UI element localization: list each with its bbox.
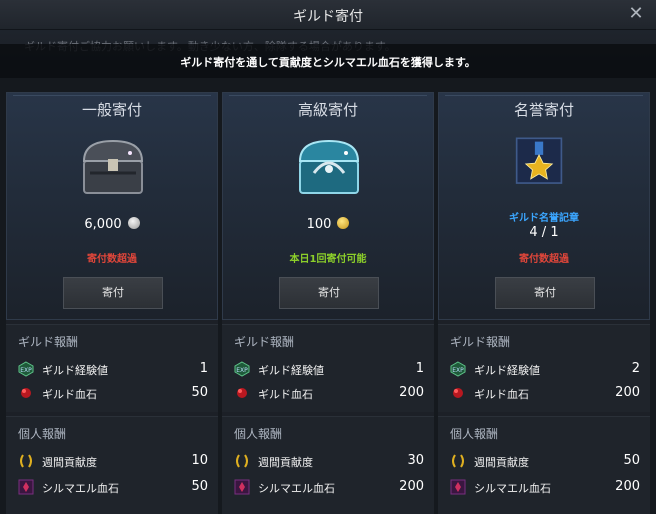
title-bar: ギルド寄付 ✕ <box>0 0 656 30</box>
red-gem-icon <box>237 388 247 398</box>
reward-value: 30 <box>407 453 424 468</box>
laurel-icon <box>236 454 248 468</box>
cost-value: 6,000 <box>84 217 122 232</box>
reward-row: ギルド血石 50 <box>18 383 208 405</box>
reward-value: 200 <box>615 479 640 494</box>
reward-row: ギルド血石 200 <box>234 383 424 405</box>
donate-button[interactable]: 寄付 <box>63 277 163 309</box>
reward-value: 50 <box>623 453 640 468</box>
red-gem-icon <box>21 388 31 398</box>
subtitle-text: ギルド寄付を通して貢献度とシルマエル血石を獲得します。 <box>180 56 476 69</box>
reward-label: シルマエル血石 <box>42 482 119 495</box>
purple-crystal-icon <box>234 479 250 495</box>
reward-label: ギルド経験値 <box>42 364 108 377</box>
donate-button[interactable]: 寄付 <box>495 277 595 309</box>
reward-label: ギルド血石 <box>42 388 97 401</box>
reward-row: EXP ギルド経験値 1 <box>234 359 424 381</box>
guild-reward-section: ギルド報酬 EXP ギルド経験値 2 ギルド血石 200 <box>438 324 650 412</box>
reward-label: ギルド血石 <box>474 388 529 401</box>
card-header: 高級寄付 100 本日1回寄付可能 寄付 <box>222 92 434 320</box>
reward-row: 週間貢献度 30 <box>234 451 424 473</box>
guild-reward-section: ギルド報酬 EXP ギルド経験値 1 ギルド血石 200 <box>222 324 434 412</box>
reward-label: ギルド経験値 <box>474 364 540 377</box>
medal-count: 4 / 1 <box>529 225 559 240</box>
reward-label: シルマエル血石 <box>258 482 335 495</box>
card-header: 一般寄付 6,000 寄付数超過 寄付 <box>6 92 218 320</box>
laurel-icon <box>20 454 32 468</box>
reward-row: シルマエル血石 200 <box>450 477 640 499</box>
cost-display: 100 <box>223 217 433 232</box>
personal-reward-section: 個人報酬 週間貢献度 10 シルマエル血石 50 <box>6 416 218 514</box>
card-honor-donation: 名誉寄付 ギルド名誉記章 4 / 1 寄付数超過 寄付 ギルド報酬 EXP ギル… <box>438 92 650 514</box>
subtitle-banner: ギルド寄付を通して貢献度とシルマエル血石を獲得します。 <box>0 44 656 78</box>
card-title: 一般寄付 <box>81 101 142 119</box>
status-text: 寄付数超過 <box>87 254 137 265</box>
reward-label: ギルド経験値 <box>258 364 324 377</box>
reward-label: 週間貢献度 <box>42 456 97 469</box>
guild-exp-icon: EXP <box>234 361 250 377</box>
card-premium-donation: 高級寄付 100 本日1回寄付可能 寄付 ギルド報酬 EXP ギルド経験値 1 <box>222 92 434 514</box>
reward-value: 1 <box>415 361 424 376</box>
reward-value: 50 <box>191 479 208 494</box>
reward-row: シルマエル血石 50 <box>18 477 208 499</box>
svg-text:EXP: EXP <box>452 367 464 374</box>
reward-value: 200 <box>399 479 424 494</box>
reward-value: 2 <box>631 361 640 376</box>
reward-row: EXP ギルド経験値 1 <box>18 359 208 381</box>
donation-panel: 一般寄付 6,000 寄付数超過 寄付 ギルド報酬 EXP ギルド経験値 1 ギ… <box>0 78 656 514</box>
card-general-donation: 一般寄付 6,000 寄付数超過 寄付 ギルド報酬 EXP ギルド経験値 1 ギ… <box>6 92 218 514</box>
svg-text:EXP: EXP <box>20 367 32 374</box>
reward-label: 週間貢献度 <box>474 456 529 469</box>
purple-crystal-icon <box>18 479 34 495</box>
purple-crystal-icon <box>450 479 466 495</box>
cost-display: 6,000 <box>7 217 217 232</box>
status-text: 寄付数超過 <box>519 254 569 265</box>
medal-name: ギルド名誉記章 <box>509 213 579 224</box>
window-title: ギルド寄付 <box>293 9 363 25</box>
reward-row: 週間貢献度 50 <box>450 451 640 473</box>
chest-icon <box>82 139 144 194</box>
section-title: 個人報酬 <box>450 427 499 441</box>
reward-row: 週間貢献度 10 <box>18 451 208 473</box>
guild-exp-icon: EXP <box>450 361 466 377</box>
section-title: ギルド報酬 <box>18 335 79 349</box>
reward-value: 200 <box>615 385 640 400</box>
red-gem-icon <box>453 388 463 398</box>
card-header: 名誉寄付 ギルド名誉記章 4 / 1 寄付数超過 寄付 <box>438 92 650 320</box>
donate-button[interactable]: 寄付 <box>279 277 379 309</box>
guild-exp-icon: EXP <box>18 361 34 377</box>
medal-icon <box>515 137 563 184</box>
personal-reward-section: 個人報酬 週間貢献度 50 シルマエル血石 200 <box>438 416 650 514</box>
reward-row: ギルド血石 200 <box>450 383 640 405</box>
section-title: ギルド報酬 <box>234 335 295 349</box>
reward-value: 10 <box>191 453 208 468</box>
svg-text:EXP: EXP <box>236 367 248 374</box>
chest-icon <box>298 139 360 194</box>
laurel-icon <box>452 454 464 468</box>
reward-row: シルマエル血石 200 <box>234 477 424 499</box>
section-title: 個人報酬 <box>18 427 67 441</box>
reward-value: 200 <box>399 385 424 400</box>
reward-value: 50 <box>191 385 208 400</box>
card-title: 名誉寄付 <box>513 101 574 119</box>
reward-row: EXP ギルド経験値 2 <box>450 359 640 381</box>
section-title: ギルド報酬 <box>450 335 511 349</box>
guild-reward-section: ギルド報酬 EXP ギルド経験値 1 ギルド血石 50 <box>6 324 218 412</box>
reward-label: ギルド血石 <box>258 388 313 401</box>
gold-coin-icon <box>337 217 350 229</box>
status-text: 本日1回寄付可能 <box>289 254 367 265</box>
close-icon[interactable]: ✕ <box>626 4 646 24</box>
silver-coin-icon <box>127 217 140 229</box>
reward-label: シルマエル血石 <box>474 482 551 495</box>
personal-reward-section: 個人報酬 週間貢献度 30 シルマエル血石 200 <box>222 416 434 514</box>
card-title: 高級寄付 <box>297 101 358 119</box>
section-title: 個人報酬 <box>234 427 283 441</box>
cost-value: 100 <box>306 217 332 232</box>
reward-value: 1 <box>199 361 208 376</box>
reward-label: 週間貢献度 <box>258 456 313 469</box>
